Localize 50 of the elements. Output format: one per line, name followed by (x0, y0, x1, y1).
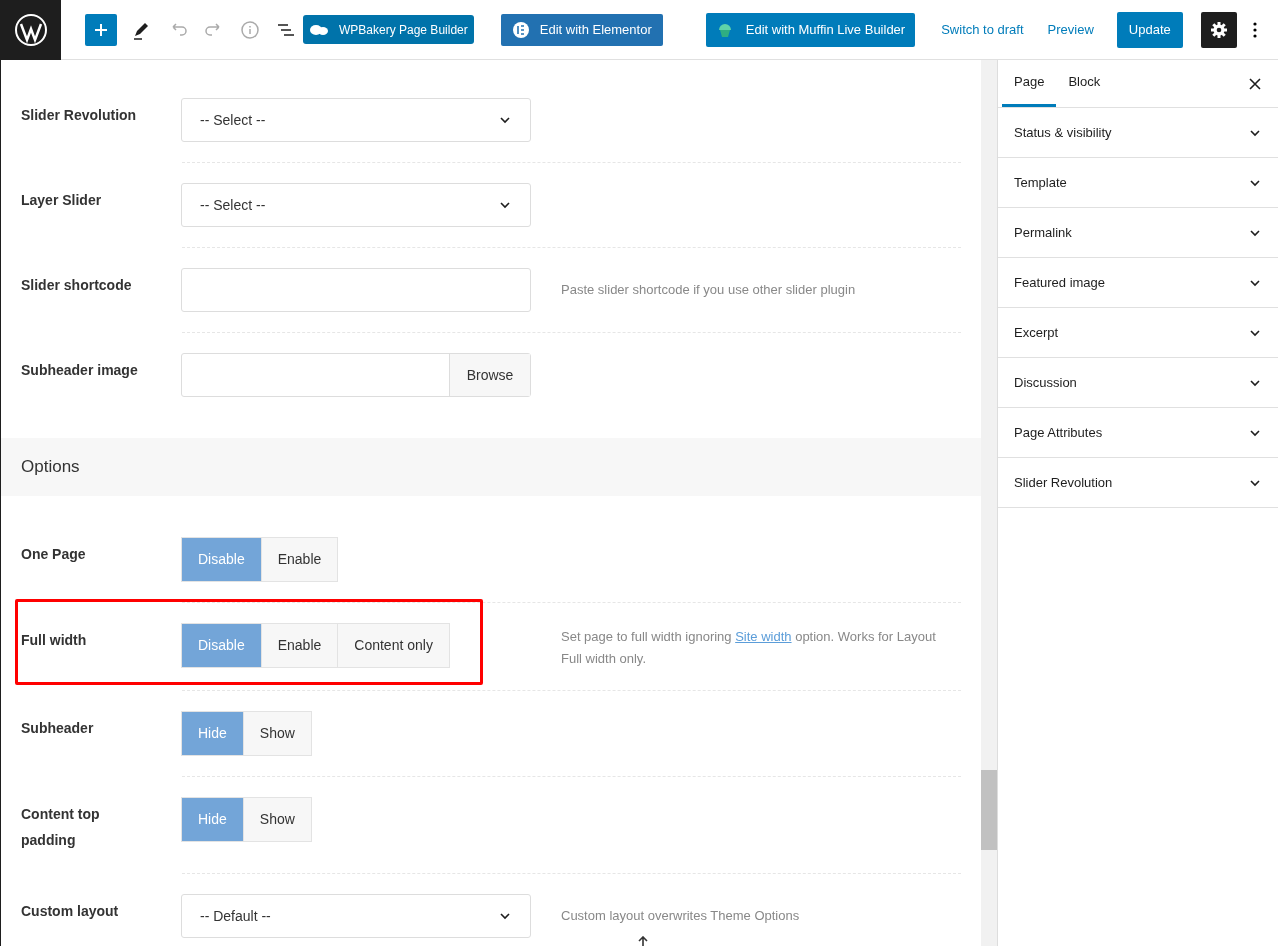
select-dropdown[interactable]: -- Default -- (181, 894, 531, 938)
sidebar-tab[interactable]: Page (1002, 60, 1057, 107)
sidebar-panel-toggle[interactable]: Status & visibility (998, 108, 1278, 158)
field-label: Slider shortcode (21, 276, 133, 295)
settings-button[interactable] (1200, 11, 1237, 48)
elementor-button[interactable]: Edit with Elementor (500, 13, 663, 46)
cloud-icon (309, 22, 329, 37)
section-title: Options (21, 456, 80, 479)
close-icon[interactable] (1248, 76, 1262, 91)
e-logo-icon (511, 20, 530, 39)
arrow-up-icon (637, 936, 649, 946)
help-text: Paste slider shortcode if you use other slider plugin (561, 281, 856, 300)
plus-icon (93, 21, 109, 38)
sidebar-panel-toggle[interactable]: Featured image (998, 258, 1278, 308)
update-button[interactable]: Update (1116, 11, 1183, 48)
sidebar-panel-toggle[interactable]: Slider Revolution (998, 458, 1278, 508)
page-builder-button[interactable]: WPBakery Page Builder (303, 15, 474, 44)
field-label: Subheader image (21, 361, 139, 380)
sidebar-panel-toggle[interactable]: Discussion (998, 358, 1278, 408)
field-label: Layer Slider (21, 191, 103, 210)
switch-to-draft-link[interactable]: Switch to draft (941, 19, 1024, 40)
help-text: Custom layout overwrites Theme Options (561, 907, 800, 926)
toggle-option[interactable]: Enable (260, 537, 339, 582)
toggle-option[interactable]: Show (242, 711, 312, 756)
preview-link[interactable]: Preview (1047, 19, 1094, 40)
select-dropdown[interactable]: -- Select -- (181, 98, 531, 142)
field-label: Slider Revolution (21, 106, 138, 125)
field-label: Custom layout (21, 902, 120, 921)
help-text: Set page to full width ignoring Site width option. Works for Layout Full width only. (561, 628, 937, 668)
field-label: One Page (21, 545, 87, 564)
select-dropdown[interactable]: -- Select -- (181, 183, 531, 227)
live-builder-button[interactable]: Edit with Muffin Live Builder (705, 12, 916, 47)
settings-icon (1208, 19, 1229, 40)
toggle-option[interactable]: Show (242, 797, 312, 842)
scrollbar[interactable] (981, 60, 998, 946)
add-block-button[interactable] (85, 13, 117, 46)
browse-button[interactable]: Browse (449, 354, 530, 396)
wordpress-logo[interactable] (0, 0, 61, 60)
field-label: Content top padding (21, 805, 101, 850)
sidebar-tab[interactable]: Block (1056, 60, 1113, 107)
toggle-option[interactable]: Enable (260, 623, 339, 668)
sidebar-panel-toggle[interactable]: Template (998, 158, 1278, 208)
sidebar-panel-toggle[interactable]: Permalink (998, 208, 1278, 258)
sidebar-panel-toggle[interactable]: Excerpt (998, 308, 1278, 358)
field-label: Subheader (21, 719, 95, 738)
toggle-option[interactable]: Content only (337, 623, 450, 668)
field-label: Full width (21, 631, 88, 650)
sidebar-panel-toggle[interactable]: Page Attributes (998, 408, 1278, 458)
file-input-field[interactable]: Browse (181, 353, 531, 397)
text-input-field[interactable] (181, 268, 531, 312)
